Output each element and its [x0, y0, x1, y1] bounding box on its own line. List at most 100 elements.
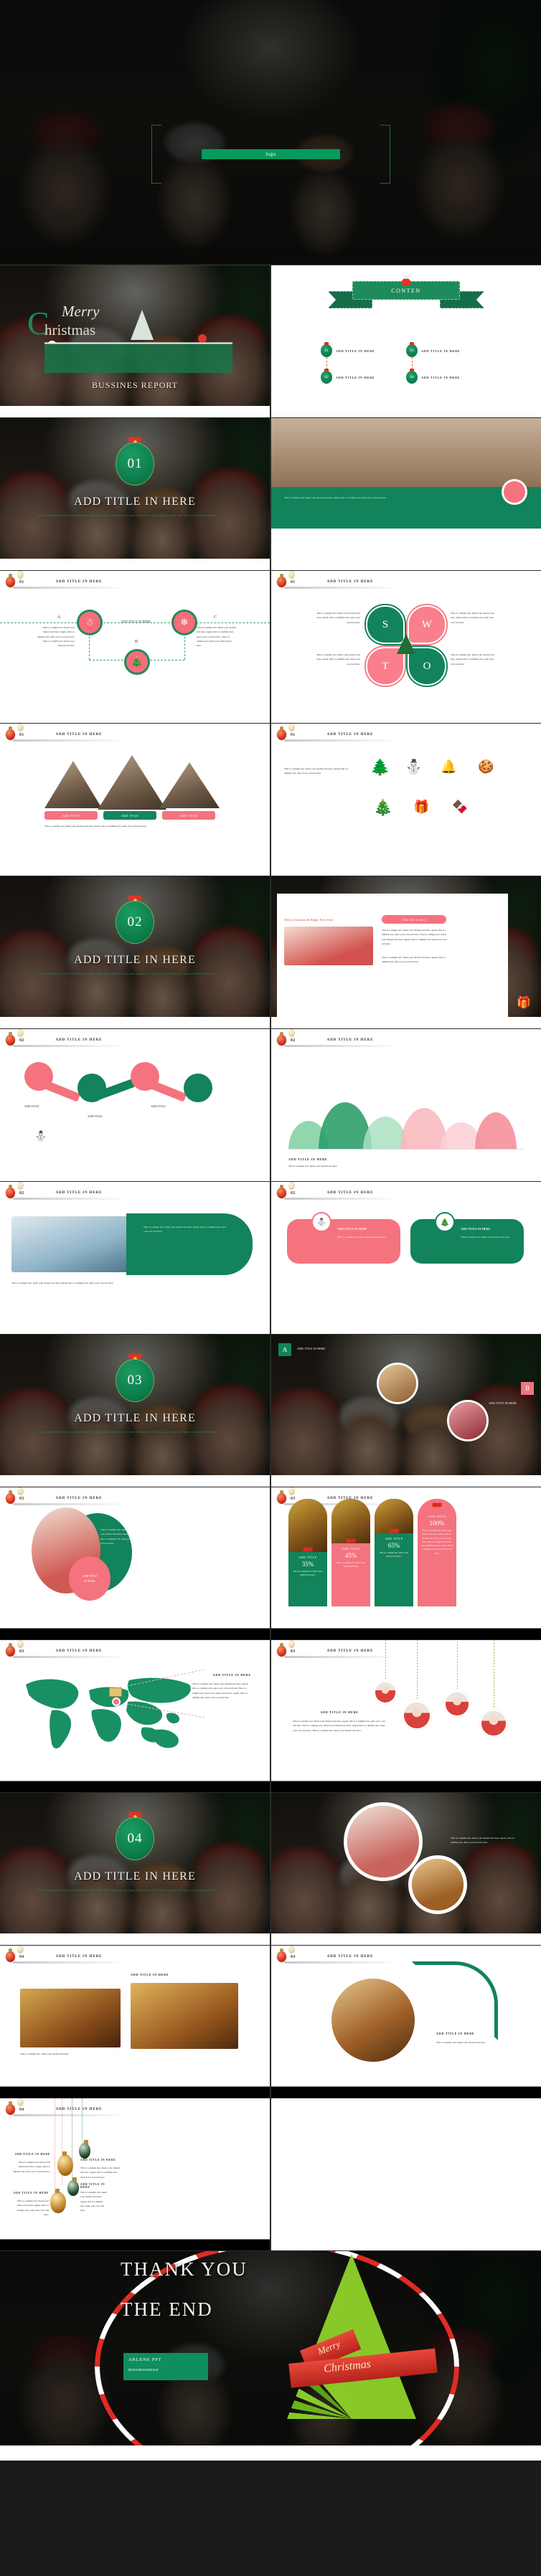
- hills-caption: ADD TITLE IN HERE: [288, 1157, 328, 1161]
- slide-photo-green[interactable]: This is a sample text. Insert your desir…: [271, 418, 541, 570]
- photo-ring-circle: [347, 1806, 419, 1877]
- lollipop-head-4[interactable]: [184, 1074, 212, 1102]
- slide-ab[interactable]: A ADD TITLE IN HERE B ADD TITLE IN HERE: [271, 1335, 541, 1487]
- the-end-title: THE END: [121, 2298, 213, 2320]
- section-title: ADD TITLE IN HERE: [74, 1870, 196, 1883]
- circle-red[interactable]: ADD TITLE IN HERE: [69, 1556, 110, 1601]
- slide-panels[interactable]: 02 ADD TITLE IN HERE ⛄ 🎄 ADD TITLE IN HE…: [271, 1182, 541, 1334]
- bauble-icon: [6, 2101, 15, 2115]
- drop-ornament-4[interactable]: [50, 2189, 66, 2213]
- percent-card-2[interactable]: ADD TITLE 45% This is a sample text. Ins…: [331, 1499, 370, 1606]
- swot-text-o: This is a sample text. Insert your desir…: [451, 653, 494, 666]
- ab-label-a: A: [282, 1346, 288, 1353]
- slide-swot[interactable]: 01 ADD TITLE IN HERE S W T O This is a s…: [271, 571, 541, 723]
- slide-world-map[interactable]: 03 ADD TITLE IN HERE ADD TITLE IN HERE T…: [0, 1640, 270, 1792]
- bauble-icon: [6, 1032, 15, 1046]
- slide-percent-cards[interactable]: 03 ADD TITLE IN HERE ADD TITLE 35% This …: [271, 1487, 541, 1639]
- drop-ornament-3[interactable]: [67, 2177, 79, 2196]
- snow-edge-black: [271, 1774, 541, 1792]
- slide-header-title: ADD TITLE IN HERE: [326, 1038, 374, 1042]
- ab-badge-a[interactable]: A: [278, 1343, 291, 1356]
- percent-card-1[interactable]: ADD TITLE 35% This is a sample text. Ins…: [288, 1499, 327, 1606]
- hanging-bauble-4[interactable]: [479, 1640, 508, 1738]
- slide-swirl[interactable]: 04 ADD TITLE IN HERE ADD TITLE IN HERE T…: [271, 1946, 541, 2098]
- christmas-tree-icon: [397, 634, 415, 654]
- slide-header: 02 ADD TITLE IN HERE: [6, 1029, 102, 1046]
- slide-abc[interactable]: 01 ADD TITLE IN HERE ☃ ❄ 🎄 A C B This is…: [0, 571, 270, 723]
- slide-blank[interactable]: [271, 2098, 541, 2250]
- map-pin-icon[interactable]: [113, 1699, 119, 1705]
- bauble-icon: [6, 574, 15, 587]
- bauble-gold-icon: [288, 1487, 295, 1495]
- cover-christmas: hristmas: [44, 321, 96, 338]
- map-callout-text: This is a sample text. Insert your desir…: [192, 1682, 249, 1699]
- slide-section-03[interactable]: 03 ADD TITLE IN HERE This is a sample te…: [0, 1335, 270, 1487]
- card-value: 35%: [301, 1561, 314, 1568]
- slide-circles[interactable]: 03 ADD TITLE IN HERE ADD TITLE IN HERE T…: [0, 1487, 270, 1639]
- drop-text-3: This is a sample text. Insert your desir…: [80, 2191, 108, 2212]
- slide-photo-card[interactable]: Merry Christmas & Happy New Year! Add ti…: [271, 876, 541, 1028]
- bauble-gold-icon: [17, 2098, 24, 2106]
- slide-header: 03 ADD TITLE IN HERE: [277, 1640, 373, 1657]
- card-photo: [284, 927, 373, 965]
- ab-badge-b[interactable]: B: [521, 1382, 534, 1395]
- contents-item-01[interactable]: 01 ADD TITLE IN HERE: [321, 342, 375, 357]
- mountain-pill-3[interactable]: ADD TITLE: [162, 811, 215, 820]
- card-value: 45%: [344, 1552, 357, 1559]
- panel-icon-2: 🎄: [436, 1213, 453, 1231]
- card-para-1: This is a sample text. Insert your desir…: [382, 929, 447, 945]
- drop-text-1: This is a sample text. Insert your desir…: [13, 2161, 50, 2173]
- chart-axis: [288, 1149, 524, 1150]
- slide-section-02[interactable]: 02 ADD TITLE IN HERE This is a sample te…: [0, 876, 270, 1028]
- bauble-icon: [277, 1643, 286, 1657]
- card-text: This is a sample text. Insert your desir…: [420, 1529, 453, 1555]
- contents-item-02[interactable]: 02 ADD TITLE IN HERE: [321, 369, 375, 384]
- bauble-photo: [402, 1700, 432, 1730]
- abc-node-b[interactable]: 🎄: [122, 647, 152, 677]
- drop-ornament-2[interactable]: [79, 2140, 90, 2159]
- slide-mountains[interactable]: 01 ADD TITLE IN HERE ADD TITLE ADD TITLE…: [0, 724, 270, 876]
- slide-header-number: 02: [291, 1190, 296, 1195]
- drop-ornament-1[interactable]: [57, 2151, 73, 2176]
- slide-snowman[interactable]: 02 ADD TITLE IN HERE This is a sample te…: [0, 1182, 270, 1334]
- hanging-bauble-3[interactable]: [443, 1640, 471, 1718]
- slide-section-01[interactable]: 01 ADD TITLE IN HERE This is a sample te…: [0, 418, 270, 570]
- slide-cover[interactable]: C Merry hristmas BUSSINES REPORT: [0, 265, 270, 417]
- slide-photo-ring[interactable]: This is a sample text. Insert your desir…: [271, 1793, 541, 1945]
- header-rule: [13, 739, 121, 742]
- card-title: ADD TITLE: [298, 1555, 317, 1559]
- hanging-bauble-1[interactable]: [373, 1640, 397, 1705]
- section-number: 01: [127, 456, 143, 471]
- snow-edge-black: [271, 2079, 541, 2098]
- abc-label-c: C: [214, 615, 217, 620]
- contents-item-label: ADD TITLE IN HERE: [336, 349, 375, 353]
- contents-item-04[interactable]: 04 ADD TITLE IN HERE: [406, 369, 460, 384]
- logo-badge[interactable]: logo: [202, 149, 340, 159]
- snow-edge: [0, 1162, 270, 1181]
- slide-contents[interactable]: CONTEN 01 ADD TITLE IN HERE 02 ADD TITLE…: [271, 265, 541, 417]
- contents-item-03[interactable]: 03 ADD TITLE IN HERE: [406, 342, 460, 357]
- abc-node-c[interactable]: ❄: [169, 607, 199, 638]
- ab-title-a: ADD TITLE IN HERE: [297, 1347, 326, 1350]
- photo-left: [20, 1989, 121, 2047]
- abc-node-a[interactable]: ☃: [75, 607, 105, 638]
- percent-card-3[interactable]: ADD TITLE 65% This is a sample text. Ins…: [375, 1499, 413, 1606]
- card-body: ADD TITLE 35% This is a sample text. Ins…: [288, 1552, 327, 1581]
- slide-hills-chart[interactable]: 02 ADD TITLE IN HERE ADD TITLE IN HERE T…: [271, 1029, 541, 1181]
- slide-icons[interactable]: 01 ADD TITLE IN HERE This is a sample te…: [271, 724, 541, 876]
- card-pill[interactable]: Add title in here: [382, 915, 446, 924]
- slide-drops[interactable]: 04 ADD TITLE IN HERE ADD TITLE IN HERE T…: [0, 2098, 270, 2250]
- slide-lollipop[interactable]: 02 ADD TITLE IN HERE ADD TITLE ADD TITLE…: [0, 1029, 270, 1181]
- mountain-pill-1[interactable]: ADD TITLE: [44, 811, 98, 820]
- bauble-gold-icon: [17, 1487, 24, 1495]
- abc-center-label: ADD TITLE IN HERE: [121, 620, 151, 623]
- slide-two-photo[interactable]: 04 ADD TITLE IN HERE ADD TITLE IN HERE T…: [0, 1946, 270, 2098]
- percent-card-4[interactable]: ADD TITLE 100% This is a sample text. In…: [418, 1499, 456, 1606]
- mountain-pill-2[interactable]: ADD TITLE: [103, 811, 156, 820]
- section-body: This is a sample text. Insert your desir…: [37, 1888, 217, 1892]
- bauble-gold-icon: [288, 1946, 295, 1954]
- slide-hanging-baubles[interactable]: 03 ADD TITLE IN HERE ADD TITLE IN HERE T…: [271, 1640, 541, 1792]
- slide-section-04[interactable]: 04 ADD TITLE IN HERE This is a sample te…: [0, 1793, 270, 1945]
- hanging-bauble-2[interactable]: [402, 1640, 432, 1730]
- card-text: This is a sample text. Insert your desir…: [336, 1561, 366, 1568]
